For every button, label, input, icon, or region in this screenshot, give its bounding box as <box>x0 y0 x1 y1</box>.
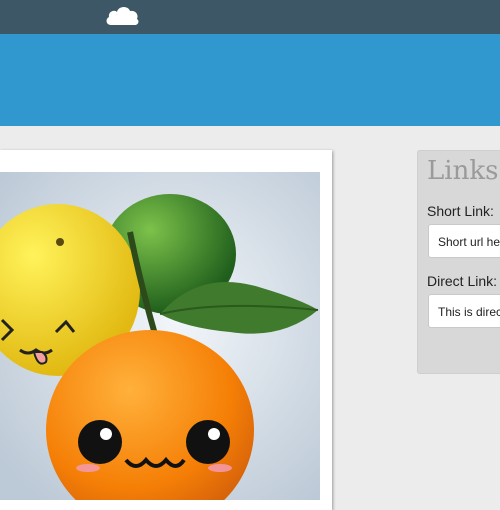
header-banner <box>0 34 500 126</box>
short-link-label: Short Link: <box>427 203 494 219</box>
links-title: Links <box>427 156 499 186</box>
direct-link-field[interactable]: This is direc <box>428 294 500 328</box>
top-nav-bar <box>0 0 500 34</box>
fruit-photo <box>0 172 320 500</box>
cloud-icon[interactable] <box>104 3 140 29</box>
short-link-field[interactable]: Short url he <box>428 224 500 258</box>
direct-link-label: Direct Link: <box>427 273 498 289</box>
